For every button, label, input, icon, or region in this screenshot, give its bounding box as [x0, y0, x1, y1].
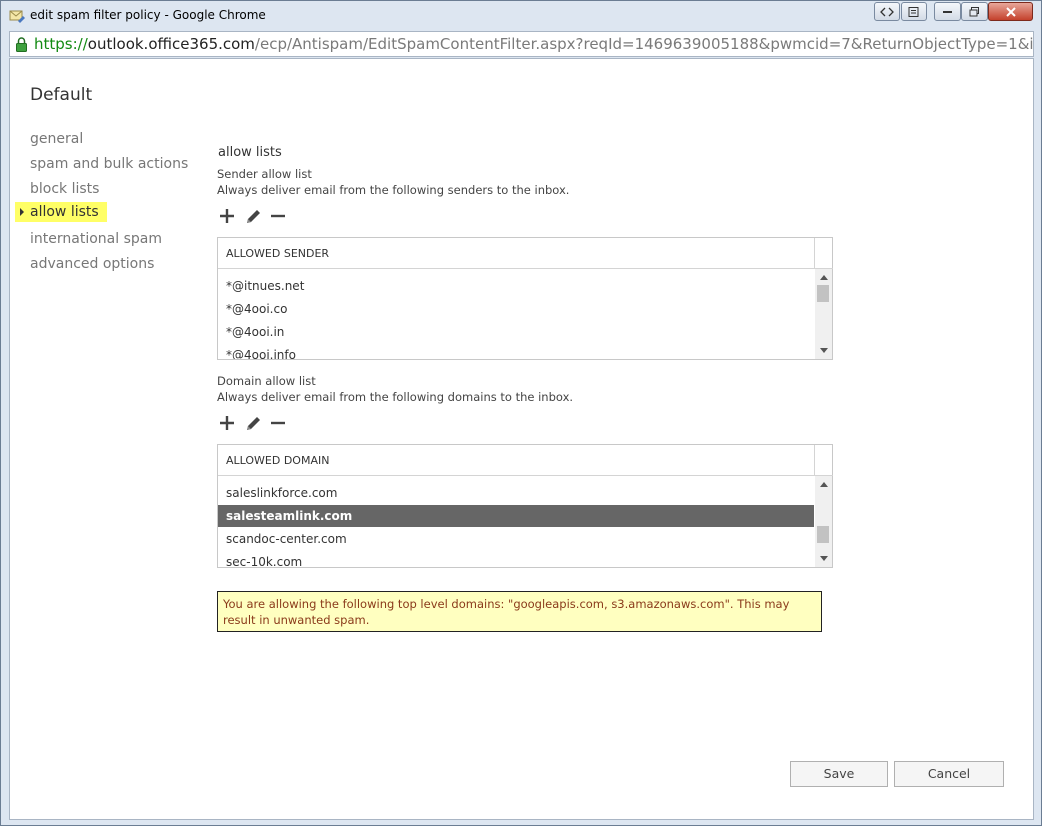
browser-window: edit spam filter policy - Google Chrome … [0, 0, 1042, 826]
column-header[interactable]: ALLOWED SENDER [218, 238, 814, 269]
domain-list-label: Domain allow list [217, 374, 316, 388]
scroll-thumb[interactable] [817, 285, 829, 302]
list-item[interactable]: *@4ooi.co [218, 298, 814, 320]
domain-list-body: saleslinkforce.com salesteamlink.com sca… [218, 476, 814, 567]
cancel-button[interactable]: Cancel [894, 761, 1004, 787]
header-spacer [814, 445, 833, 476]
domain-listbox[interactable]: ALLOWED DOMAIN saleslinkforce.com salest… [217, 444, 833, 568]
caret-right-icon [20, 208, 24, 216]
list-item[interactable]: *@4ooi.info [218, 344, 814, 359]
url-host: outlook.office365.com [87, 35, 255, 53]
list-item[interactable]: scandoc-center.com [218, 528, 814, 550]
address-bar[interactable]: https://outlook.office365.com/ecp/Antisp… [9, 31, 1034, 57]
nav-item-label: block lists [30, 181, 100, 197]
nav-item-international-spam[interactable]: international spam [30, 231, 162, 247]
scroll-up-icon[interactable] [820, 482, 828, 487]
header-spacer [814, 238, 833, 269]
nav-item-label: general [30, 131, 84, 147]
nav-item-allow-lists[interactable]: allow lists [15, 202, 107, 222]
list-item-text: scandoc-center.com [226, 532, 347, 546]
restore-icon [969, 6, 979, 16]
code-icon [880, 7, 894, 16]
list-item-text: *@4ooi.in [226, 325, 285, 339]
scroll-down-icon[interactable] [820, 556, 828, 561]
sender-list-description: Always deliver email from the following … [217, 183, 570, 197]
remove-icon[interactable] [270, 208, 286, 224]
nav-item-label: allow lists [30, 204, 99, 220]
list-item-text: *@4ooi.info [226, 348, 296, 359]
nav-item-block-lists[interactable]: block lists [30, 181, 99, 197]
nav-item-spam-and-bulk-actions[interactable]: spam and bulk actions [30, 156, 188, 172]
section-title: allow lists [218, 145, 282, 160]
edit-icon[interactable] [245, 208, 262, 225]
window-title: edit spam filter policy - Google Chrome [30, 8, 266, 22]
list-item-text: salesteamlink.com [226, 509, 353, 523]
list-item-text: sec-10k.com [226, 555, 303, 567]
scroll-down-icon[interactable] [820, 348, 828, 353]
minimize-icon [942, 10, 952, 13]
minimize-button[interactable] [934, 2, 961, 21]
lock-icon [15, 37, 28, 56]
list-item[interactable]: *@itnues.net [218, 275, 814, 297]
list-item-selected[interactable]: salesteamlink.com [218, 505, 814, 527]
sender-scrollbar[interactable] [815, 269, 832, 359]
scroll-up-icon[interactable] [820, 275, 828, 280]
nav-item-advanced-options[interactable]: advanced options [30, 256, 154, 272]
list-item[interactable]: *@4ooi.in [218, 321, 814, 343]
list-item[interactable]: saleslinkforce.com [218, 482, 814, 504]
nav-item-label: international spam [30, 231, 162, 247]
page-content: Default general spam and bulk actions bl… [9, 58, 1034, 820]
url-scheme: https:// [34, 35, 88, 53]
sender-list-label: Sender allow list [217, 167, 312, 181]
page-icon [908, 6, 919, 17]
url-text: https://outlook.office365.com/ecp/Antisp… [34, 35, 1034, 53]
column-header-label: ALLOWED SENDER [226, 247, 330, 260]
url-path: /ecp/Antispam/EditSpamContentFilter.aspx… [254, 35, 1034, 53]
remove-icon[interactable] [270, 415, 286, 431]
close-window-button[interactable] [988, 2, 1033, 21]
list-item[interactable]: sec-10k.com [218, 551, 814, 567]
title-bar: edit spam filter policy - Google Chrome [1, 1, 1041, 31]
window-menu-button[interactable] [901, 2, 927, 21]
column-header-label: ALLOWED DOMAIN [226, 454, 330, 467]
nav-item-label: advanced options [30, 256, 155, 272]
mail-edit-icon [9, 8, 25, 23]
nav-item-general[interactable]: general [30, 131, 83, 147]
list-item-text: *@itnues.net [226, 279, 305, 293]
edit-icon[interactable] [245, 415, 262, 432]
add-icon[interactable] [219, 208, 235, 224]
maximize-button[interactable] [961, 2, 988, 21]
close-icon [1005, 6, 1016, 17]
column-header[interactable]: ALLOWED DOMAIN [218, 445, 814, 476]
add-icon[interactable] [219, 415, 235, 431]
devtools-button[interactable] [874, 2, 900, 21]
save-button[interactable]: Save [790, 761, 888, 787]
page-title: Default [30, 85, 93, 105]
warning-message: You are allowing the following top level… [217, 591, 822, 632]
sender-list-body: *@itnues.net *@4ooi.co *@4ooi.in *@4ooi.… [218, 269, 814, 359]
domain-scrollbar[interactable] [815, 476, 832, 567]
list-item-text: *@4ooi.co [226, 302, 288, 316]
list-item-text: saleslinkforce.com [226, 486, 338, 500]
scroll-thumb[interactable] [817, 526, 829, 543]
sender-listbox[interactable]: ALLOWED SENDER *@itnues.net *@4ooi.co *@… [217, 237, 833, 360]
nav-item-label: spam and bulk actions [30, 156, 189, 172]
domain-list-description: Always deliver email from the following … [217, 390, 574, 404]
